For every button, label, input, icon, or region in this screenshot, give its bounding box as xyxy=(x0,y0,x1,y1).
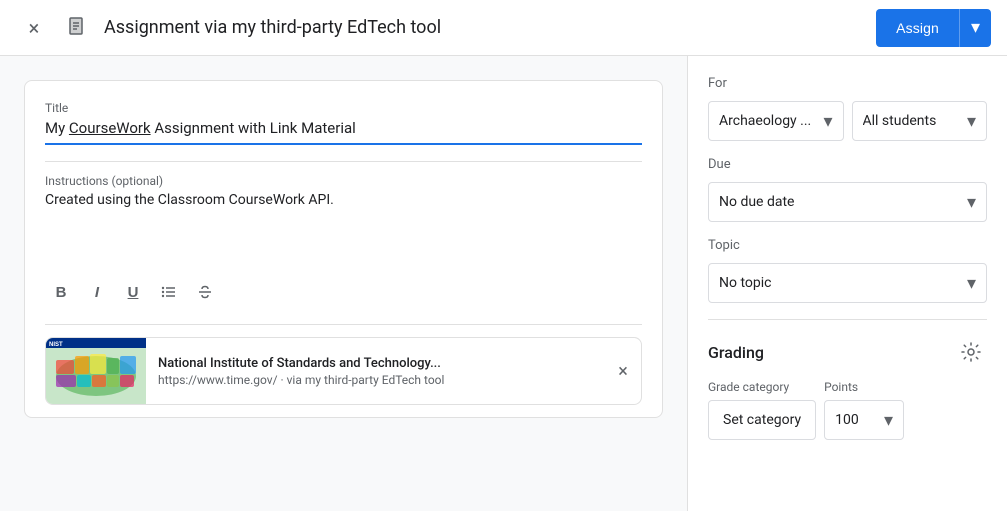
grade-category-col: Grade category Set category xyxy=(708,380,816,440)
title-suffix: Assignment with Link Material xyxy=(151,119,356,137)
close-button[interactable]: × xyxy=(16,10,52,46)
students-select[interactable]: All students ▾ xyxy=(852,101,988,141)
grading-settings-button[interactable] xyxy=(955,336,987,368)
main-layout: Title My CourseWork Assignment with Link… xyxy=(0,56,1007,511)
due-dropdown-icon: ▾ xyxy=(967,192,976,213)
link-attachment: NIST National Institute of Standards and… xyxy=(45,337,642,405)
chevron-down-icon: ▾ xyxy=(971,17,980,38)
title-field-group: Title My CourseWork Assignment with Link… xyxy=(45,101,642,145)
class-value: Archaeology ... xyxy=(719,113,815,129)
underline-button[interactable]: U xyxy=(117,276,149,308)
left-panel: Title My CourseWork Assignment with Link… xyxy=(0,56,687,511)
for-label: For xyxy=(708,76,987,91)
for-row: Archaeology ... ▾ All students ▾ xyxy=(708,101,987,141)
link-thumbnail: NIST xyxy=(46,338,146,404)
formatting-toolbar: B I U xyxy=(45,268,642,312)
due-select[interactable]: No due date ▾ xyxy=(708,182,987,222)
points-dropdown-icon: ▾ xyxy=(884,410,893,431)
strikethrough-button[interactable] xyxy=(189,276,221,308)
due-value: No due date xyxy=(719,194,959,210)
page-title: Assignment via my third-party EdTech too… xyxy=(104,17,864,38)
assign-button[interactable]: Assign xyxy=(876,9,959,47)
doc-icon xyxy=(64,14,92,42)
points-label: Points xyxy=(824,380,904,394)
link-info: National Institute of Standards and Tech… xyxy=(146,348,605,395)
class-select[interactable]: Archaeology ... ▾ xyxy=(708,101,844,141)
class-dropdown-icon: ▾ xyxy=(823,111,832,132)
link-title: National Institute of Standards and Tech… xyxy=(158,356,593,371)
close-icon: × xyxy=(29,16,40,40)
topic-label: Topic xyxy=(708,238,987,253)
topbar: × Assignment via my third-party EdTech t… xyxy=(0,0,1007,56)
points-col: Points 100 ▾ xyxy=(824,380,904,440)
title-prefix: My xyxy=(45,119,69,137)
list-button[interactable] xyxy=(153,276,185,308)
toolbar-divider xyxy=(45,324,642,325)
instructions-label: Instructions (optional) xyxy=(45,174,642,188)
assign-dropdown-button[interactable]: ▾ xyxy=(959,9,991,47)
topic-dropdown-icon: ▾ xyxy=(967,273,976,294)
remove-attachment-button[interactable]: × xyxy=(605,353,641,389)
topic-select[interactable]: No topic ▾ xyxy=(708,263,987,303)
students-dropdown-icon: ▾ xyxy=(967,111,976,132)
title-link: CourseWork xyxy=(69,119,151,137)
bold-button[interactable]: B xyxy=(45,276,77,308)
instructions-field-group: Instructions (optional) Created using th… xyxy=(45,174,642,252)
grading-label: Grading xyxy=(708,343,764,362)
right-divider xyxy=(708,319,987,320)
right-panel: For Archaeology ... ▾ All students ▾ Due… xyxy=(687,56,1007,511)
assignment-card: Title My CourseWork Assignment with Link… xyxy=(24,80,663,418)
grading-row: Grade category Set category Points 100 ▾ xyxy=(708,380,987,440)
svg-text:NIST: NIST xyxy=(49,342,63,348)
divider xyxy=(45,161,642,162)
set-category-button[interactable]: Set category xyxy=(708,400,816,440)
students-value: All students xyxy=(863,113,959,129)
points-value: 100 xyxy=(835,412,876,428)
grading-header: Grading xyxy=(708,336,987,368)
instructions-text[interactable]: Created using the Classroom CourseWork A… xyxy=(45,192,642,252)
title-label: Title xyxy=(45,101,642,115)
grade-category-label: Grade category xyxy=(708,380,816,394)
topbar-actions: Assign ▾ xyxy=(876,9,991,47)
points-select[interactable]: 100 ▾ xyxy=(824,400,904,440)
italic-button[interactable]: I xyxy=(81,276,113,308)
title-value[interactable]: My CourseWork Assignment with Link Mater… xyxy=(45,119,642,145)
topic-value: No topic xyxy=(719,275,959,291)
due-label: Due xyxy=(708,157,987,172)
link-url: https://www.time.gov/ · via my third-par… xyxy=(158,373,593,387)
